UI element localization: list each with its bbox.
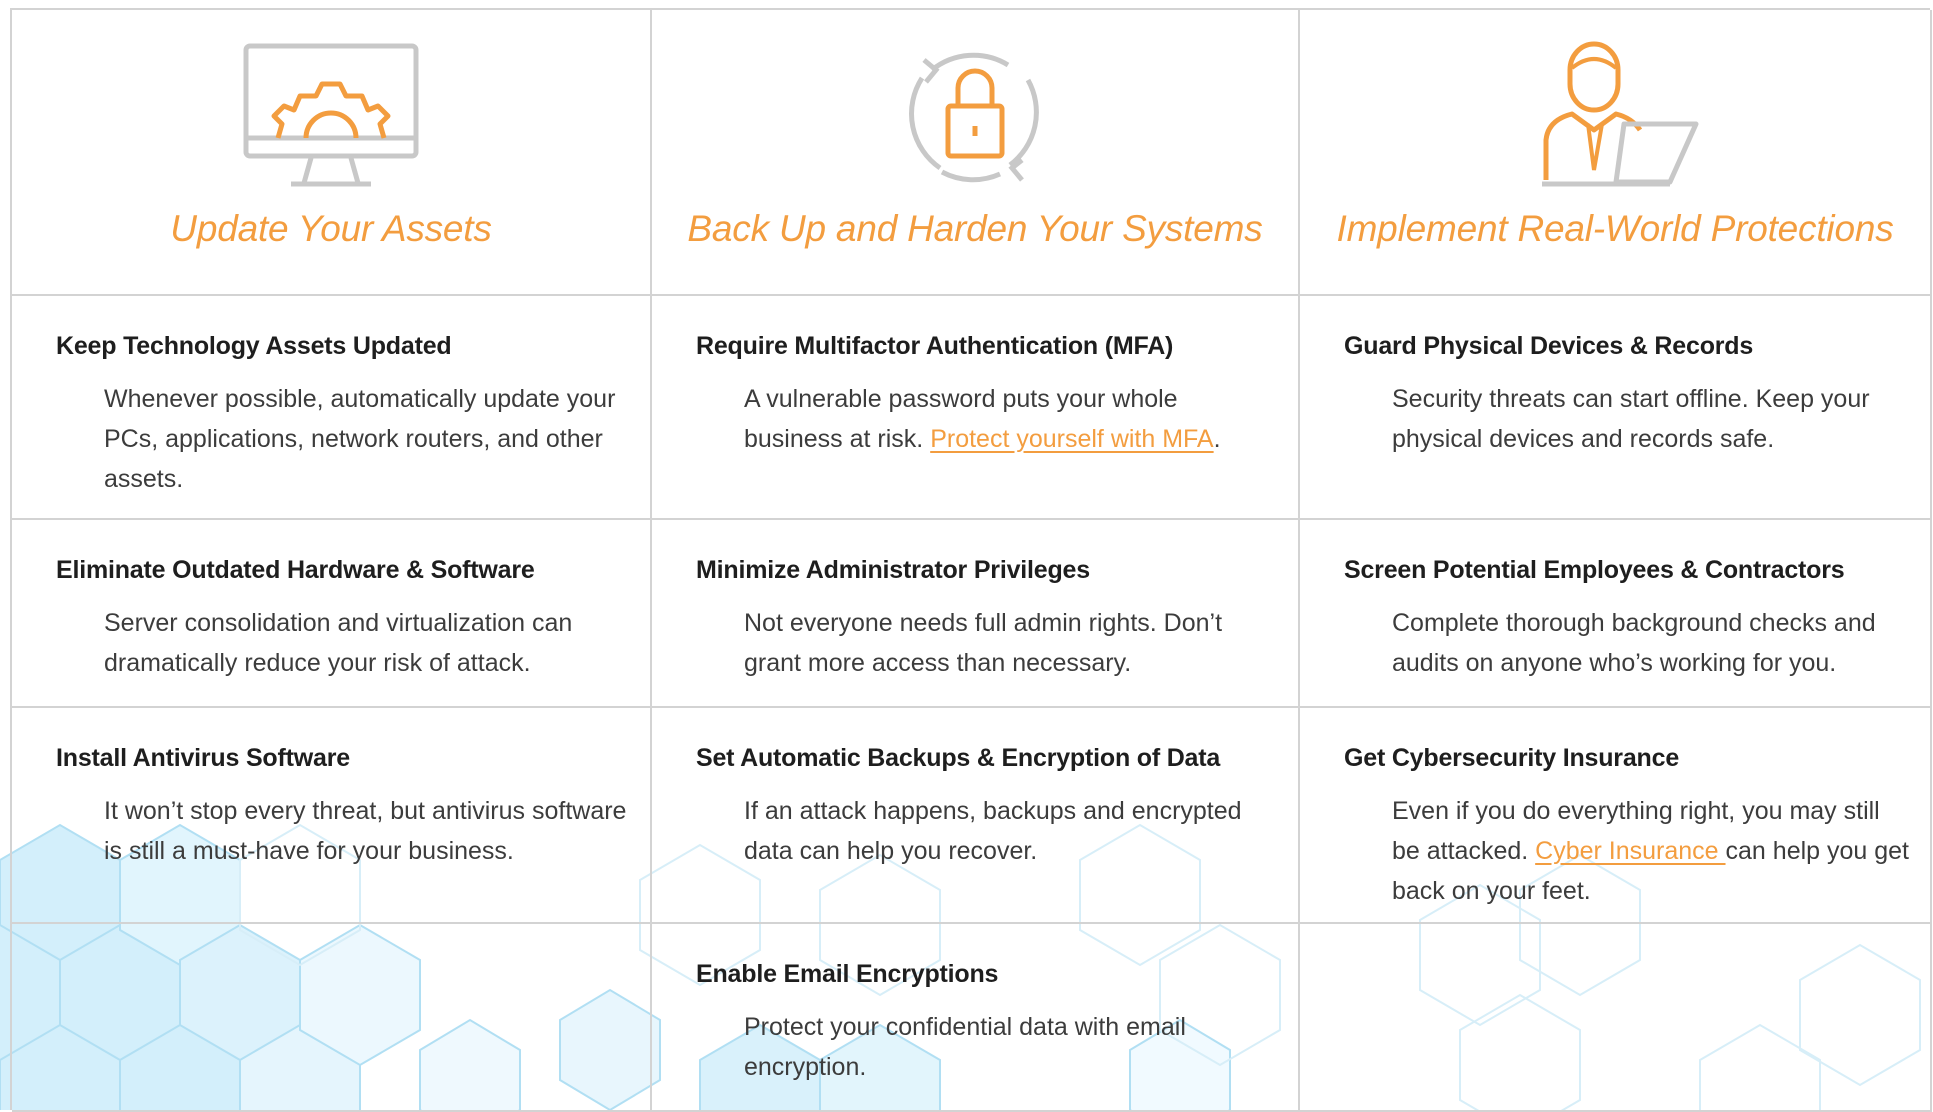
- column-title: Back Up and Harden Your Systems: [687, 208, 1263, 249]
- item-description: Protect your confidential data with emai…: [744, 1013, 1186, 1081]
- checklist-item: Get Cybersecurity Insurance Even if you …: [1300, 708, 1932, 924]
- column-header-update-assets: Update Your Assets: [12, 10, 652, 296]
- item-title: Get Cybersecurity Insurance: [1344, 744, 1680, 772]
- monitor-gear-icon: [243, 43, 419, 187]
- checklist-item: Set Automatic Backups & Encryption of Da…: [652, 708, 1300, 924]
- lock-refresh-icon: [909, 52, 1039, 183]
- item-title: Enable Email Encryptions: [696, 960, 999, 988]
- checklist-item: Enable Email Encryptions Protect your co…: [652, 924, 1300, 1112]
- item-description: If an attack happens, backups and encryp…: [744, 797, 1242, 865]
- item-description: Complete thorough background checks and …: [1392, 609, 1876, 677]
- item-title: Guard Physical Devices & Records: [1344, 332, 1754, 360]
- mfa-link[interactable]: Protect yourself with MFA: [930, 425, 1213, 453]
- checklist-item: Require Multifactor Authentication (MFA)…: [652, 296, 1300, 520]
- item-description: Server consolidation and virtualization …: [104, 609, 573, 677]
- checklist-item: Eliminate Outdated Hardware & Software S…: [12, 520, 652, 708]
- item-title: Minimize Administrator Privileges: [696, 556, 1090, 584]
- item-description: A vulnerable password puts your whole bu…: [744, 379, 1278, 459]
- item-description: Not everyone needs full admin rights. Do…: [744, 609, 1223, 677]
- item-description: Whenever possible, automatically update …: [104, 385, 616, 493]
- item-description: It won’t stop every threat, but antiviru…: [104, 797, 627, 865]
- column-header-back-up-harden: Back Up and Harden Your Systems: [652, 10, 1300, 296]
- column-header-real-world: Implement Real-World Protections: [1300, 10, 1932, 296]
- item-title: Screen Potential Employees & Contractors: [1344, 556, 1845, 584]
- checklist-item: Guard Physical Devices & Records Securit…: [1300, 296, 1932, 520]
- column-title: Implement Real-World Protections: [1336, 208, 1894, 249]
- item-title: Install Antivirus Software: [56, 744, 350, 772]
- item-title: Require Multifactor Authentication (MFA): [696, 332, 1174, 360]
- cyber-insurance-link[interactable]: Cyber Insurance: [1535, 837, 1725, 865]
- item-description: Even if you do everything right, you may…: [1392, 791, 1910, 911]
- item-title: Set Automatic Backups & Encryption of Da…: [696, 744, 1221, 772]
- column-title: Update Your Assets: [170, 208, 492, 249]
- security-checklist-grid: Update Your Assets Back Up and Harden Yo…: [10, 8, 1932, 1112]
- person-laptop-icon: [1542, 41, 1699, 187]
- item-description-text: .: [1213, 425, 1221, 453]
- item-title: Eliminate Outdated Hardware & Software: [56, 556, 535, 584]
- checklist-item: Screen Potential Employees & Contractors…: [1300, 520, 1932, 708]
- checklist-item: Minimize Administrator Privileges Not ev…: [652, 520, 1300, 708]
- item-description: Security threats can start offline. Keep…: [1392, 385, 1870, 453]
- checklist-item: Install Antivirus Software It won’t stop…: [12, 708, 652, 924]
- empty-cell: [12, 924, 652, 1112]
- empty-cell: [1300, 924, 1932, 1112]
- item-title: Keep Technology Assets Updated: [56, 332, 452, 360]
- checklist-item: Keep Technology Assets Updated Whenever …: [12, 296, 652, 520]
